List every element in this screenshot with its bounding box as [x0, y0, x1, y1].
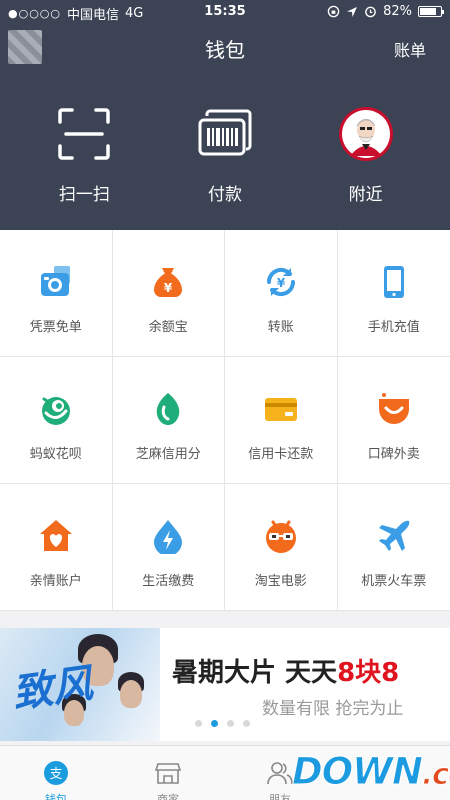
money-bag-icon: ¥ — [154, 268, 183, 297]
grid-item-credit-card-repay[interactable]: 信用卡还款 — [225, 357, 338, 484]
bill-button[interactable]: 账单 — [394, 37, 426, 61]
battery-icon — [418, 6, 444, 17]
grid-item-label: 淘宝电影 — [254, 574, 307, 589]
friends-icon — [267, 762, 293, 785]
grid-item-transfer[interactable]: ¥ 转账 — [225, 230, 338, 357]
grid-item-ticket-free[interactable]: 凭票免单 — [0, 230, 113, 357]
watermark-main: DOWN — [292, 750, 424, 794]
quick-actions: 扫一扫 付款 附近 — [0, 100, 450, 210]
grid-item-sesame-credit[interactable]: 芝麻信用分 — [112, 357, 225, 484]
grid-item-yuebao[interactable]: ¥ 余额宝 — [112, 230, 225, 357]
battery-percent: 82% — [383, 4, 412, 19]
grid-item-label: 芝麻信用分 — [135, 447, 201, 462]
transfer-yuan-icon: ¥ — [266, 267, 295, 297]
grid-item-family-account[interactable]: 亲情账户 — [0, 484, 113, 611]
scan-button[interactable]: 扫一扫 — [19, 100, 149, 210]
credit-card-icon — [264, 398, 297, 421]
grid-item-label: 亲情账户 — [29, 574, 82, 589]
watermark-suffix: .cc — [421, 757, 450, 792]
alipay-icon: 支 — [44, 761, 68, 785]
tab-merchants-label: 商家 — [157, 793, 179, 800]
promo-banner[interactable]: 致风 暑期大片 天天8块8 数量有限 抢完为止 — [0, 628, 450, 741]
barcode-icon — [198, 109, 252, 156]
grid-item-label: 生活缴费 — [142, 574, 195, 589]
tab-wallet[interactable]: 支 钱包 — [0, 746, 112, 800]
banner-subtitle: 数量有限 抢完为止 — [262, 699, 404, 719]
service-grid: 凭票免单 ¥ 余额宝 ¥ 转账 手机充值 蚂蚁花呗 芝麻信用分 信用卡还款 口碑… — [0, 230, 450, 611]
grid-item-label: 蚂蚁花呗 — [29, 447, 82, 462]
grid-item-label: 信用卡还款 — [248, 447, 314, 462]
carousel-dot[interactable] — [243, 720, 250, 727]
pay-label: 付款 — [207, 185, 242, 205]
grid-item-label: 机票火车票 — [361, 574, 427, 589]
grid-item-flight-train[interactable]: 机票火车票 — [337, 484, 450, 611]
grid-item-label: 凭票免单 — [29, 320, 82, 335]
grid-item-koubei-takeout[interactable]: 口碑外卖 — [337, 357, 450, 484]
grid-item-utility-bills[interactable]: 生活缴费 — [112, 484, 225, 611]
tab-merchants[interactable]: 商家 — [112, 746, 224, 800]
mobile-phone-icon — [383, 266, 404, 298]
tab-wallet-label: 钱包 — [45, 793, 67, 800]
sesame-icon — [156, 393, 180, 425]
location-arrow-icon — [347, 6, 358, 17]
rotation-lock-icon — [327, 5, 340, 18]
grid-item-label: 转账 — [267, 320, 294, 335]
nav-bar: 钱包 账单 — [0, 24, 450, 70]
pay-button[interactable]: 付款 — [160, 100, 290, 210]
banner-title-prefix: 暑期大片 天天 — [172, 658, 338, 688]
svg-text:支: 支 — [49, 767, 62, 782]
banner-title: 暑期大片 天天8块8 — [172, 652, 399, 689]
alarm-icon — [365, 6, 376, 18]
carousel-dots[interactable] — [195, 720, 250, 727]
banner-title-highlight: 8块8 — [337, 658, 400, 688]
family-house-icon — [39, 520, 72, 551]
scan-icon — [58, 108, 111, 160]
scan-label: 扫一扫 — [58, 185, 110, 205]
grid-item-taobao-movie[interactable]: 淘宝电影 — [225, 484, 338, 611]
grid-item-mobile-topup[interactable]: 手机充值 — [337, 230, 450, 357]
grid-item-huabei[interactable]: 蚂蚁花呗 — [0, 357, 113, 484]
takeout-icon — [378, 393, 409, 424]
svg-text:¥: ¥ — [277, 276, 286, 290]
grid-item-label: 口碑外卖 — [367, 447, 420, 462]
utility-drop-icon — [154, 520, 183, 556]
camera-ticket-icon — [40, 266, 70, 296]
store-icon — [154, 763, 182, 784]
grid-item-label: 手机充值 — [367, 320, 420, 335]
huabei-icon — [41, 397, 70, 425]
banner-artwork: 致风 — [0, 628, 160, 741]
carousel-dot[interactable] — [227, 720, 234, 727]
svg-text:¥: ¥ — [164, 281, 173, 295]
nearby-button[interactable]: 附近 — [301, 100, 431, 210]
movie-face-icon — [265, 520, 296, 553]
nearby-label: 附近 — [348, 185, 383, 205]
banner-logo: 致风 — [9, 659, 96, 718]
airplane-icon — [378, 520, 410, 551]
carousel-dot[interactable] — [195, 720, 202, 727]
page-title: 钱包 — [205, 38, 245, 62]
wallet-header: ●○○○○ 中国电信 4G 15:35 82% 钱包 账单 扫一扫 付款 附近 — [0, 0, 450, 230]
kfc-logo-icon — [338, 107, 393, 161]
status-bar: ●○○○○ 中国电信 4G 15:35 82% — [0, 0, 450, 24]
carousel-dot[interactable] — [211, 720, 218, 727]
site-watermark: DOWN.cc — [292, 750, 450, 796]
grid-item-label: 余额宝 — [148, 320, 188, 335]
